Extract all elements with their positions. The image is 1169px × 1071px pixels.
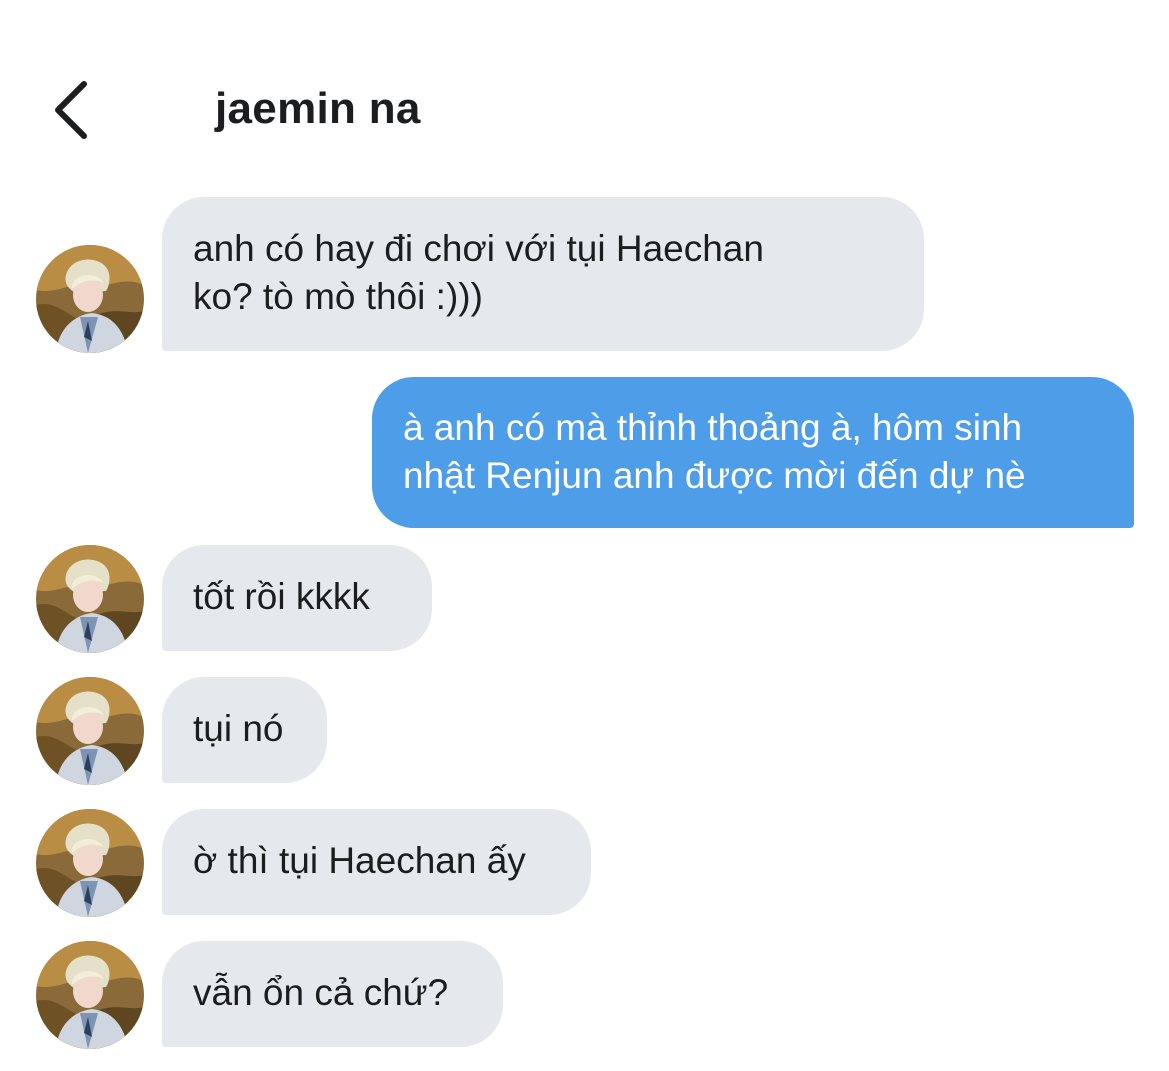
incoming-message-bubble[interactable]: anh có hay đi chơi với tụi Haechan ko? t…: [162, 197, 924, 351]
avatar[interactable]: [36, 941, 144, 1049]
message-line: à anh có mà thỉnh thoảng à, hôm sinh: [403, 407, 1023, 448]
message-line: tốt rồi kkkk: [193, 576, 370, 617]
outgoing-message-bubble[interactable]: à anh có mà thỉnh thoảng à, hôm sinh nhậ…: [372, 377, 1134, 528]
avatar[interactable]: [36, 677, 144, 785]
conversation-title: jaemin na: [215, 84, 421, 133]
avatar[interactable]: [36, 809, 144, 917]
chevron-left-icon: [55, 81, 87, 139]
avatar[interactable]: [36, 545, 144, 653]
message-line: tụi nó: [193, 708, 284, 749]
incoming-message-bubble[interactable]: vẫn ổn cả chứ?: [162, 941, 503, 1047]
message-line: ờ thì tụi Haechan ấy: [193, 840, 526, 881]
message-line: vẫn ổn cả chứ?: [193, 972, 449, 1013]
incoming-message-bubble[interactable]: tốt rồi kkkk: [162, 545, 432, 651]
message-line: nhật Renjun anh được mời đến dự nè: [403, 455, 1026, 496]
incoming-message-bubble[interactable]: ờ thì tụi Haechan ấy: [162, 809, 591, 915]
incoming-message-bubble[interactable]: tụi nó: [162, 677, 327, 783]
back-button[interactable]: [40, 78, 100, 142]
avatar[interactable]: [36, 245, 144, 353]
message-line: anh có hay đi chơi với tụi Haechan: [193, 228, 764, 269]
message-line: ko? tò mò thôi :))): [193, 276, 483, 317]
